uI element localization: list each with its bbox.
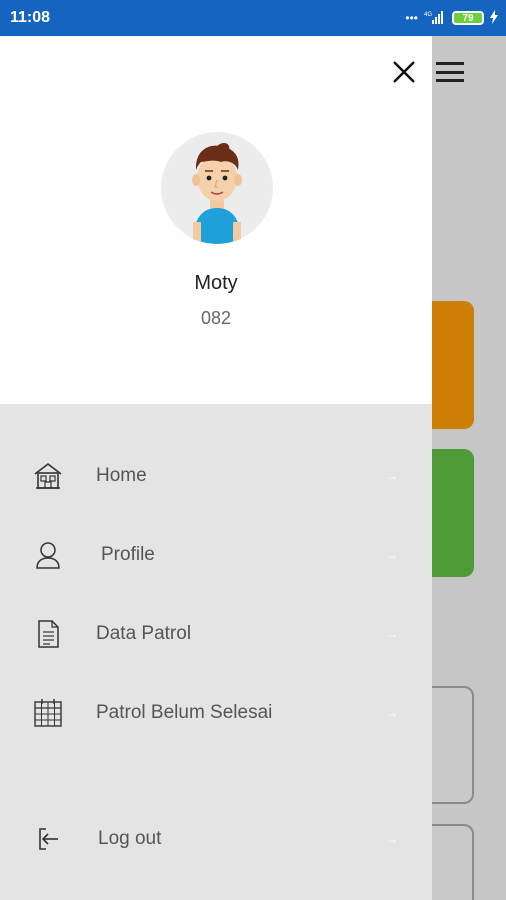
- menu-item-logout[interactable]: Log out →: [0, 809, 432, 869]
- menu-label-patrol-belum-selesai: Patrol Belum Selesai: [96, 702, 273, 723]
- menu-label-home: Home: [96, 465, 147, 486]
- battery-icon: 79: [452, 11, 484, 25]
- hamburger-menu-icon[interactable]: [436, 62, 464, 82]
- close-icon[interactable]: [390, 58, 418, 86]
- user-name: Moty: [194, 272, 238, 294]
- user-id: 082: [200, 308, 232, 328]
- signal-icon: 4G: [424, 10, 446, 27]
- logout-icon: [39, 828, 58, 850]
- network-type: 4G: [424, 12, 432, 18]
- home-icon: [34, 462, 62, 489]
- notification-dots-icon: •••: [405, 11, 418, 25]
- user-icon: [36, 542, 60, 569]
- menu-item-data-patrol[interactable]: Data Patrol →: [0, 604, 432, 664]
- menu-label-data-patrol: Data Patrol: [96, 623, 192, 644]
- drawer-header: Moty 082: [0, 36, 432, 404]
- document-icon: [38, 620, 59, 648]
- status-time: 11:08: [10, 9, 51, 26]
- charging-icon: [490, 9, 498, 27]
- arrow-right-icon: →: [386, 832, 398, 846]
- calendar-icon: [34, 699, 62, 727]
- menu-item-profile[interactable]: Profile →: [0, 525, 432, 585]
- navigation-drawer: Moty 082 Home → Profile → Data Patrol → …: [0, 36, 432, 900]
- green-card[interactable]: [432, 449, 474, 577]
- arrow-right-icon: →: [386, 548, 398, 562]
- status-bar: 11:08 ••• 4G 79: [0, 0, 506, 36]
- menu-label-profile: Profile: [101, 544, 155, 565]
- menu-item-patrol-belum-selesai[interactable]: Patrol Belum Selesai →: [0, 683, 432, 743]
- arrow-right-icon: →: [386, 627, 398, 641]
- avatar: [161, 132, 273, 244]
- menu-label-logout: Log out: [98, 828, 162, 849]
- arrow-right-icon: →: [386, 706, 398, 720]
- arrow-right-icon: →: [386, 469, 398, 483]
- background-screen: [420, 36, 506, 900]
- menu-item-home[interactable]: Home →: [0, 446, 432, 506]
- orange-card[interactable]: [432, 301, 474, 429]
- status-icons: ••• 4G 79: [405, 9, 498, 27]
